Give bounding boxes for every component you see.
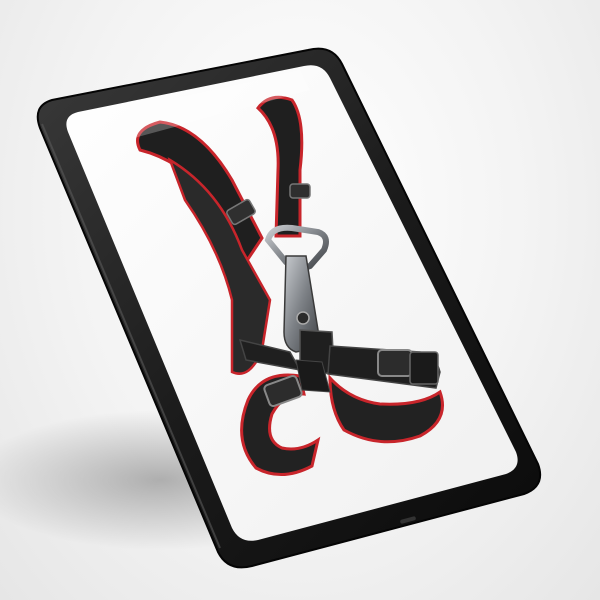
hip-buckle	[377, 349, 413, 377]
tablet-illustration	[0, 47, 542, 569]
connector-rivet	[296, 311, 310, 325]
right-buckle	[289, 183, 311, 199]
hip-buckle-tail	[409, 351, 439, 385]
scene	[0, 0, 600, 600]
